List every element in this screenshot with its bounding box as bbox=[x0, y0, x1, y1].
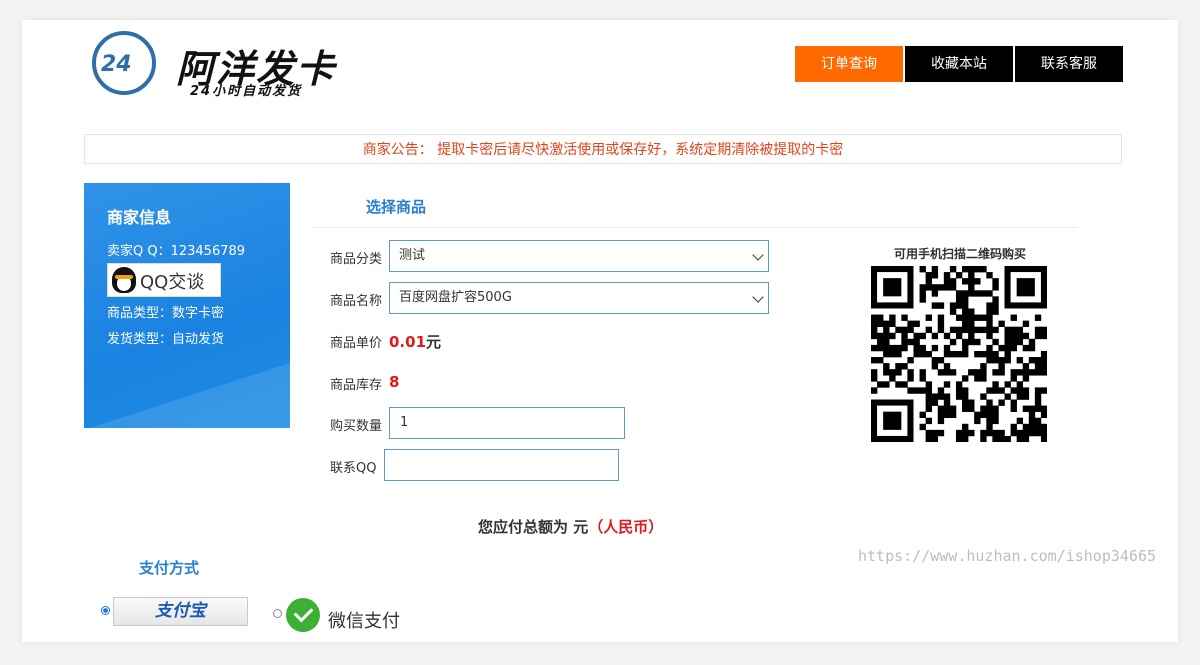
category-value: 测试 bbox=[399, 248, 426, 263]
price-display: 0.01元 bbox=[389, 331, 441, 352]
stock-value: 8 bbox=[389, 373, 400, 391]
nav-order-query-button[interactable]: 订单查询 bbox=[795, 46, 903, 82]
category-select[interactable]: 测试 bbox=[389, 240, 769, 272]
merchant-notice: 商家公告： 提取卡密后请尽快激活使用或保存好，系统定期清除被提取的卡密 bbox=[84, 134, 1122, 164]
payment-method-title: 支付方式 bbox=[139, 559, 200, 577]
price-unit: 元 bbox=[426, 333, 442, 351]
qr-title: 可用手机扫描二维码购买 bbox=[893, 247, 1026, 261]
section-divider bbox=[312, 227, 1078, 228]
product-name-value: 百度网盘扩容500G bbox=[399, 290, 512, 305]
category-label: 商品分类 bbox=[330, 252, 383, 267]
qq-chat-button[interactable]: QQ交谈 bbox=[107, 263, 221, 297]
logo-number: 24 bbox=[101, 52, 132, 77]
total-prefix: 您应付总额为 元 bbox=[478, 518, 589, 536]
alipay-radio[interactable] bbox=[101, 606, 110, 615]
alipay-option[interactable]: 支付宝 bbox=[113, 597, 248, 626]
watermark: https://www.huzhan.com/ishop34665 bbox=[858, 547, 1157, 565]
panel-decoration bbox=[84, 345, 290, 428]
qr-code bbox=[871, 266, 1047, 442]
total-amount: 您应付总额为 元（人民币） bbox=[478, 516, 663, 537]
wechat-radio[interactable] bbox=[273, 609, 282, 618]
product-name-label: 商品名称 bbox=[330, 294, 383, 309]
price-label: 商品单价 bbox=[330, 336, 383, 351]
qq-chat-label: QQ交谈 bbox=[140, 272, 205, 293]
merchant-delivery-type: 发货类型：自动发货 bbox=[107, 332, 225, 347]
chevron-down-icon bbox=[752, 291, 764, 303]
stock-label: 商品库存 bbox=[330, 378, 383, 393]
price-value: 0.01 bbox=[389, 333, 427, 351]
contact-qq-input[interactable] bbox=[384, 449, 619, 481]
chevron-down-icon bbox=[752, 249, 764, 261]
nav-contact-button[interactable]: 联系客服 bbox=[1015, 46, 1123, 82]
total-currency: （人民币） bbox=[588, 518, 664, 536]
merchant-title: 商家信息 bbox=[107, 208, 172, 227]
nav-bookmark-button[interactable]: 收藏本站 bbox=[905, 46, 1013, 82]
qq-penguin-icon bbox=[112, 267, 136, 293]
wechat-pay-icon[interactable] bbox=[286, 598, 320, 632]
wechat-pay-label[interactable]: 微信支付 bbox=[328, 607, 400, 633]
contact-qq-label: 联系QQ bbox=[330, 461, 377, 476]
merchant-qq: 卖家Q Q：123456789 bbox=[107, 244, 246, 259]
section-title-select-product: 选择商品 bbox=[366, 198, 427, 216]
quantity-label: 购买数量 bbox=[330, 419, 383, 434]
product-name-select[interactable]: 百度网盘扩容500G bbox=[389, 282, 769, 314]
merchant-product-type: 商品类型：数字卡密 bbox=[107, 306, 225, 321]
merchant-panel: 商家信息 卖家Q Q：123456789 QQ交谈 商品类型：数字卡密 发货类型… bbox=[84, 183, 290, 428]
quantity-input[interactable]: 1 bbox=[389, 407, 625, 439]
brand-tagline: 24小时自动发货 bbox=[190, 84, 303, 99]
